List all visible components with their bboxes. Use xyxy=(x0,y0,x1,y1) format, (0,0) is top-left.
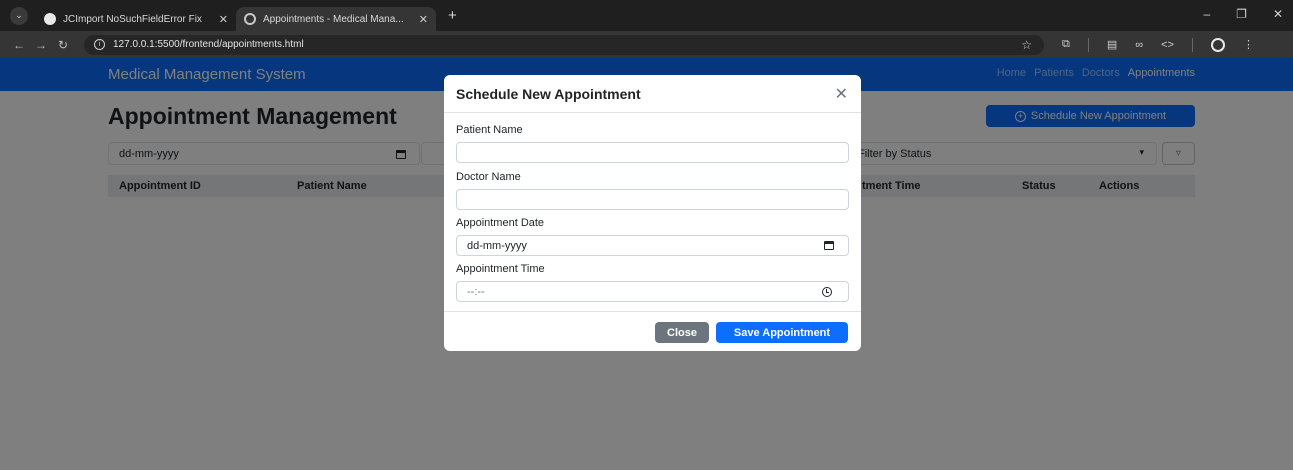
appointment-time-label: Appointment Time xyxy=(456,263,545,275)
browser-tab-active[interactable]: Appointments - Medical Mana... ✕ xyxy=(236,7,436,31)
restore-icon[interactable]: ❐ xyxy=(1236,7,1247,21)
tab-globe-icon xyxy=(244,13,256,25)
site-info-icon[interactable]: i xyxy=(94,39,105,50)
toolbar-divider xyxy=(1191,37,1193,52)
link-icon[interactable]: ∞ xyxy=(1135,39,1143,51)
save-appointment-button[interactable]: Save Appointment xyxy=(716,322,848,343)
tab-title: JCImport NoSuchFieldError Fix xyxy=(63,13,202,25)
appointment-date-input[interactable]: dd-mm-yyyy xyxy=(456,235,849,256)
menu-icon[interactable]: ⋮ xyxy=(1243,38,1254,51)
close-window-icon[interactable]: ✕ xyxy=(1273,7,1283,21)
modal-footer: Close Save Appointment xyxy=(444,311,861,351)
modal-header: Schedule New Appointment ✕ xyxy=(444,75,861,113)
browser-tab-bar: ⌄ JCImport NoSuchFieldError Fix ✕ Appoin… xyxy=(0,0,1293,31)
page-content: Medical Management System Home Patients … xyxy=(0,58,1293,470)
reader-icon[interactable]: ▤ xyxy=(1107,38,1117,51)
tab-list-icon[interactable]: ⌄ xyxy=(10,6,28,25)
profile-icon[interactable] xyxy=(1210,37,1225,52)
window-controls: – ❐ ✕ xyxy=(1203,7,1283,21)
patient-name-input[interactable] xyxy=(456,142,849,163)
modal-title: Schedule New Appointment xyxy=(456,85,641,102)
forward-icon[interactable]: → xyxy=(30,38,52,52)
tab-favicon-icon xyxy=(44,13,56,25)
patient-name-label: Patient Name xyxy=(456,124,523,136)
tab-close-icon[interactable]: ✕ xyxy=(419,13,428,26)
appointment-time-value: --:-- xyxy=(467,285,485,298)
toolbar-divider xyxy=(1087,37,1089,52)
tab-close-icon[interactable]: ✕ xyxy=(219,13,228,26)
extensions-icon[interactable]: ⧉ xyxy=(1062,38,1070,51)
new-tab-icon[interactable]: + xyxy=(448,7,457,24)
address-bar: ← → ↻ i 127.0.0.1:5500/frontend/appointm… xyxy=(0,31,1293,58)
star-icon[interactable]: ☆ xyxy=(1021,38,1032,52)
close-button[interactable]: Close xyxy=(655,322,709,343)
tab-title: Appointments - Medical Mana... xyxy=(263,13,404,25)
minimize-icon[interactable]: – xyxy=(1203,7,1210,21)
browser-tab[interactable]: JCImport NoSuchFieldError Fix ✕ xyxy=(36,7,236,31)
close-icon[interactable]: ✕ xyxy=(835,84,848,104)
code-icon[interactable]: <> xyxy=(1161,39,1174,51)
clock-icon[interactable] xyxy=(822,287,832,297)
url-text: 127.0.0.1:5500/frontend/appointments.htm… xyxy=(113,39,304,50)
back-icon[interactable]: ← xyxy=(8,38,30,52)
reload-icon[interactable]: ↻ xyxy=(52,38,74,52)
toolbar-icons: ⧉ ▤ ∞ <> ⋮ xyxy=(1062,37,1254,52)
schedule-appointment-modal: Schedule New Appointment ✕ Patient Name … xyxy=(444,75,861,351)
appointment-date-label: Appointment Date xyxy=(456,217,545,229)
appointment-time-input[interactable]: --:-- xyxy=(456,281,849,302)
appointment-date-value: dd-mm-yyyy xyxy=(467,239,527,252)
url-input[interactable]: i 127.0.0.1:5500/frontend/appointments.h… xyxy=(84,34,1044,55)
doctor-name-input[interactable] xyxy=(456,189,849,210)
calendar-icon[interactable] xyxy=(824,241,834,250)
doctor-name-label: Doctor Name xyxy=(456,171,521,183)
